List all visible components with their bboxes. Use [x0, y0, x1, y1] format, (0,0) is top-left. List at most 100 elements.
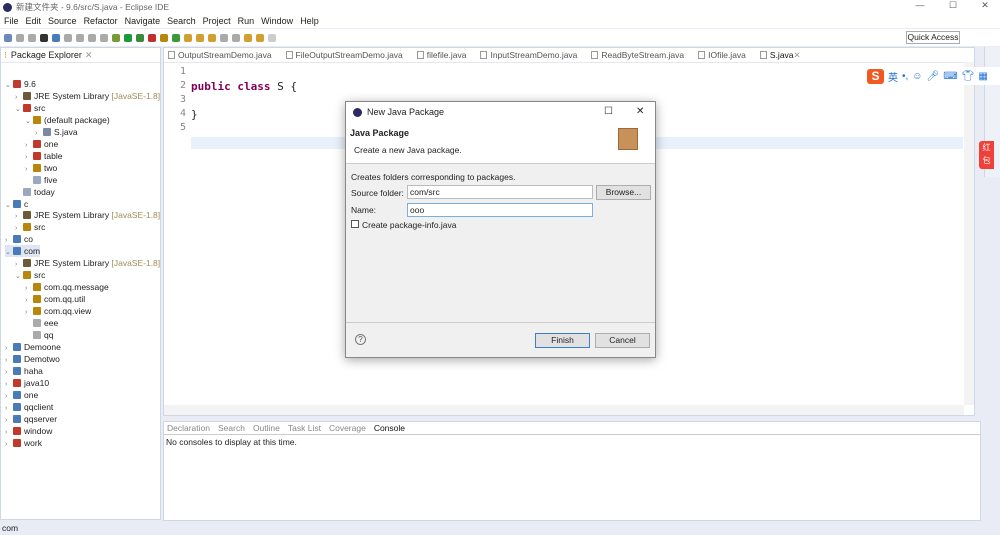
tree-item[interactable]: qq — [25, 329, 53, 341]
editor-vertical-scrollbar[interactable] — [964, 62, 974, 405]
tree-item[interactable]: › Demoone — [5, 341, 61, 353]
editor-horizontal-scrollbar[interactable] — [164, 405, 964, 415]
toolbar-button-icon[interactable] — [220, 33, 228, 42]
tree-item[interactable]: five — [25, 174, 57, 186]
tree-item[interactable]: › src — [15, 221, 45, 233]
toolbar-button-icon[interactable] — [184, 33, 192, 42]
editor-tab[interactable]: filefile.java — [416, 50, 466, 60]
sogou-logo-icon[interactable]: S — [867, 68, 884, 84]
tree-item[interactable]: › com.qq.util — [25, 293, 85, 305]
punctuation-icon[interactable]: •, — [902, 71, 908, 82]
toolbar-button-icon[interactable] — [124, 33, 132, 42]
tree-item[interactable]: today — [15, 186, 55, 198]
toolbar-button-icon[interactable] — [160, 33, 168, 42]
tree-item[interactable]: ⌄ c — [5, 198, 28, 210]
tree-item[interactable]: › qqserver — [5, 413, 57, 425]
collapsed-chevron-icon[interactable]: › — [5, 439, 13, 451]
tree-item[interactable]: ⌄ src — [15, 102, 45, 114]
editor-tab[interactable]: FileOutputStreamDemo.java — [285, 50, 403, 60]
tree-item[interactable]: › one — [25, 138, 58, 150]
toolbar-button-icon[interactable] — [232, 33, 240, 42]
close-tab-icon[interactable]: ✕ — [794, 50, 801, 61]
expanded-chevron-icon[interactable]: ⌄ — [15, 271, 23, 283]
menu-search[interactable]: Search — [167, 16, 196, 26]
expanded-chevron-icon[interactable]: ⌄ — [5, 200, 13, 212]
expanded-chevron-icon[interactable]: ⌄ — [25, 116, 33, 128]
menu-help[interactable]: Help — [300, 16, 319, 26]
maximize-button[interactable]: ☐ — [938, 0, 968, 11]
menu-navigate[interactable]: Navigate — [125, 16, 161, 26]
tree-item[interactable]: eee — [25, 317, 58, 329]
toolbar-button-icon[interactable] — [244, 33, 252, 42]
close-tab-icon[interactable]: ✕ — [85, 50, 93, 61]
toolbar-button-icon[interactable] — [136, 33, 144, 42]
expanded-chevron-icon[interactable]: ⌄ — [15, 104, 23, 116]
toolbar-button-icon[interactable] — [64, 33, 72, 42]
tree-item[interactable]: › qqclient — [5, 401, 53, 413]
menu-source[interactable]: Source — [48, 16, 77, 26]
close-button[interactable]: ✕ — [970, 0, 1000, 11]
toolbar-button-icon[interactable] — [76, 33, 84, 42]
microphone-icon[interactable]: 🎤︎ — [927, 71, 940, 82]
menu-window[interactable]: Window — [261, 16, 293, 26]
package-explorer-tab[interactable]: Package Explorer — [11, 50, 82, 60]
toolbar-button-icon[interactable] — [4, 33, 12, 42]
toolbar-button-icon[interactable] — [208, 33, 216, 42]
tree-item[interactable]: › JRE System Library [JavaSE-1.8] — [15, 90, 160, 102]
minimize-button[interactable]: — — [905, 0, 935, 10]
tree-item[interactable]: ⌄ (default package) — [25, 114, 110, 126]
tree-item[interactable]: ⌄ 9.6 — [5, 78, 36, 90]
toolbar-button-icon[interactable] — [148, 33, 156, 42]
tab-outline[interactable]: Outline — [253, 423, 280, 433]
tree-item[interactable]: ⌄ com — [5, 245, 41, 259]
tree-item[interactable]: › two — [25, 162, 57, 174]
editor-tab[interactable]: OutputStreamDemo.java — [168, 50, 272, 60]
toolbar-button-icon[interactable] — [112, 33, 120, 42]
toolbar-button-icon[interactable] — [256, 33, 264, 42]
toolbar-button-icon[interactable] — [172, 33, 180, 42]
menu-project[interactable]: Project — [203, 16, 231, 26]
toolbar-button-icon[interactable] — [52, 33, 60, 42]
apps-grid-icon[interactable]: ▦ — [978, 71, 987, 82]
toolbar-button-icon[interactable] — [28, 33, 36, 42]
tree-item[interactable]: › table — [25, 150, 62, 162]
menu-refactor[interactable]: Refactor — [84, 16, 118, 26]
quick-access-input[interactable]: Quick Access — [906, 31, 960, 44]
tree-item[interactable]: › co — [5, 233, 33, 245]
toolbar-button-icon[interactable] — [268, 33, 276, 42]
cancel-button[interactable]: Cancel — [595, 333, 650, 348]
name-input[interactable]: ooo — [407, 203, 593, 217]
tree-item[interactable]: › JRE System Library [JavaSE-1.8] — [15, 257, 160, 269]
maximize-dialog-button[interactable]: ☐ — [604, 106, 613, 117]
tab-declaration[interactable]: Declaration — [167, 423, 210, 433]
editor-tab[interactable]: ReadByteStream.java — [591, 50, 684, 60]
tree-item[interactable]: › haha — [5, 365, 43, 377]
tree-item[interactable]: › window — [5, 425, 52, 437]
finish-button[interactable]: Finish — [535, 333, 590, 348]
browse-button[interactable]: Browse... — [596, 185, 651, 200]
tree-item[interactable]: ⌄ src — [15, 269, 45, 281]
toolbar-button-icon[interactable] — [88, 33, 96, 42]
tree-item[interactable]: › work — [5, 437, 42, 449]
tree-item[interactable]: › java10 — [5, 377, 49, 389]
expanded-chevron-icon[interactable]: ⌄ — [5, 80, 13, 92]
skin-icon[interactable]: 👕︎ — [962, 71, 975, 82]
tab-search[interactable]: Search — [218, 423, 245, 433]
expanded-chevron-icon[interactable]: ⌄ — [5, 247, 13, 259]
package-info-checkbox[interactable] — [351, 220, 359, 228]
tree-item[interactable]: › JRE System Library [JavaSE-1.8] — [15, 209, 160, 221]
tree-item[interactable]: › Demotwo — [5, 353, 60, 365]
close-dialog-button[interactable]: ✕ — [636, 106, 644, 117]
toolbar-button-icon[interactable] — [196, 33, 204, 42]
menu-run[interactable]: Run — [238, 16, 255, 26]
tree-item[interactable]: › S.java — [35, 126, 78, 138]
tab-task-list[interactable]: Task List — [288, 423, 321, 433]
keyboard-icon[interactable]: ⌨ — [943, 71, 957, 82]
help-icon[interactable]: ? — [355, 334, 366, 345]
toolbar-button-icon[interactable] — [40, 33, 48, 42]
tree-item[interactable]: › com.qq.view — [25, 305, 91, 317]
tab-console[interactable]: Console — [374, 423, 405, 433]
editor-tab[interactable]: IOfile.java — [698, 50, 746, 60]
emoji-icon[interactable]: ☺ — [912, 71, 922, 82]
toolbar-button-icon[interactable] — [100, 33, 108, 42]
